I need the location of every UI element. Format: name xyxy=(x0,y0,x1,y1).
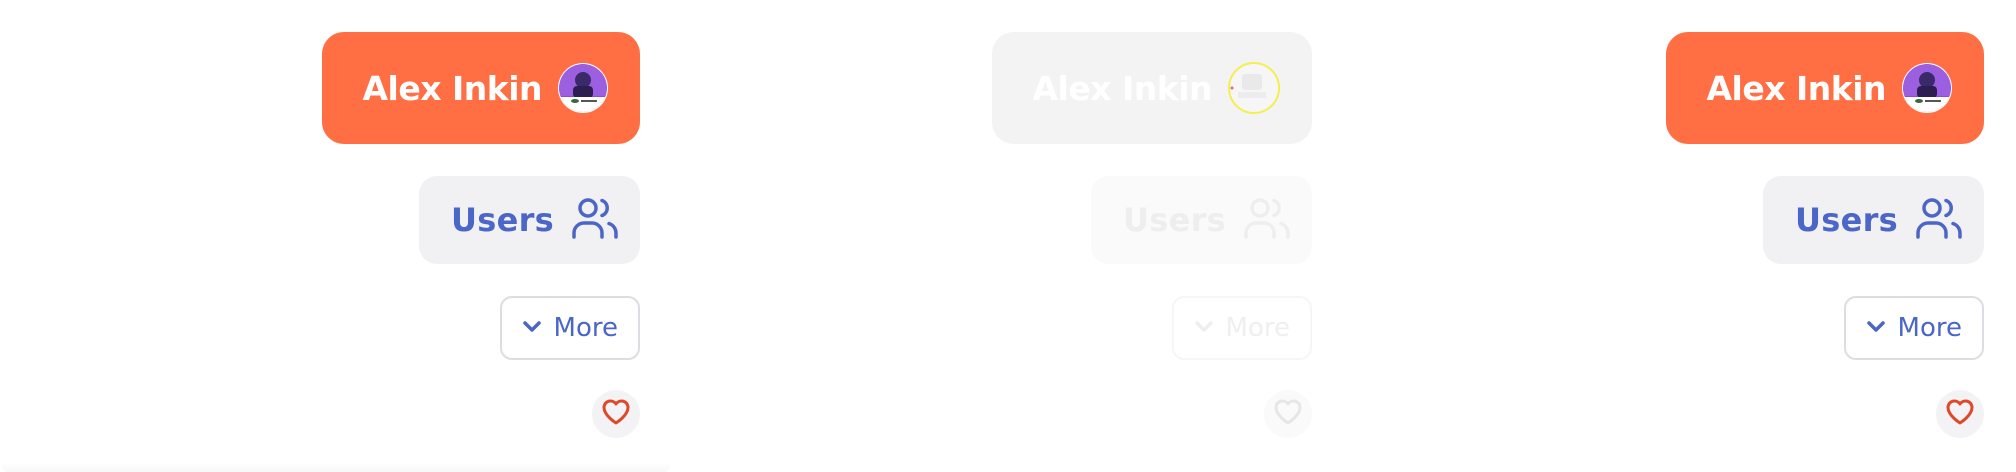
favorite-button[interactable] xyxy=(1264,390,1312,438)
user-name: Alex Inkin xyxy=(362,68,542,108)
users-icon xyxy=(1916,196,1962,244)
more-button-label: More xyxy=(1225,313,1290,343)
user-profile-button[interactable]: Alex Inkin xyxy=(1666,32,1984,144)
demo-stage: Alex Inkin Users More Alex Inkin Users M… xyxy=(0,0,2016,472)
users-button[interactable]: Users xyxy=(418,176,640,264)
avatar-icon xyxy=(1902,63,1952,113)
users-button-label: Users xyxy=(1794,201,1898,239)
button-column: Alex Inkin Users More xyxy=(322,32,640,438)
avatar-icon xyxy=(1228,62,1280,114)
heart-icon xyxy=(601,398,631,430)
user-name: Alex Inkin xyxy=(1706,68,1886,108)
users-button[interactable]: Users xyxy=(1762,176,1984,264)
heart-icon xyxy=(1945,398,1975,430)
users-icon xyxy=(1244,196,1290,244)
avatar-icon xyxy=(558,63,608,113)
favorite-button[interactable] xyxy=(1936,390,1984,438)
user-profile-button[interactable]: Alex Inkin xyxy=(322,32,640,144)
more-button[interactable]: More xyxy=(499,296,640,360)
button-column: Alex Inkin Users More xyxy=(992,32,1312,438)
panel-shadow xyxy=(0,462,672,472)
users-button[interactable]: Users xyxy=(1090,176,1312,264)
users-button-label: Users xyxy=(1122,201,1226,239)
demo-panel-1: Alex Inkin Users More xyxy=(0,0,672,472)
users-icon xyxy=(572,196,618,244)
users-button-label: Users xyxy=(450,201,554,239)
heart-icon xyxy=(1273,398,1303,430)
chevron-down-icon xyxy=(1194,319,1214,338)
chevron-down-icon xyxy=(522,319,542,338)
demo-panel-2: Alex Inkin Users More xyxy=(672,0,1344,472)
user-profile-button[interactable]: Alex Inkin xyxy=(992,32,1312,144)
chevron-down-icon xyxy=(1866,319,1886,338)
favorite-button[interactable] xyxy=(592,390,640,438)
more-button[interactable]: More xyxy=(1171,296,1312,360)
more-button[interactable]: More xyxy=(1843,296,1984,360)
demo-panel-3: Alex Inkin Users More xyxy=(1344,0,2016,472)
button-column: Alex Inkin Users More xyxy=(1666,32,1984,438)
user-name: Alex Inkin xyxy=(1032,68,1212,108)
more-button-label: More xyxy=(553,313,618,343)
more-button-label: More xyxy=(1897,313,1962,343)
